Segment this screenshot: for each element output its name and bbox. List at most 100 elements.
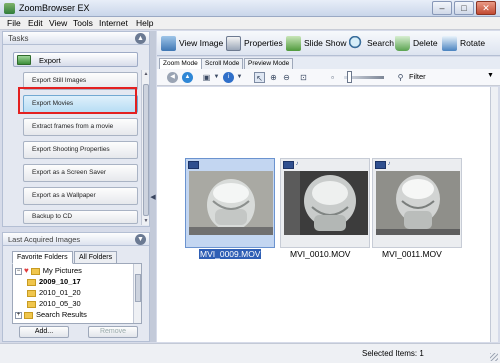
tab-scroll-mode[interactable]: Scroll Mode xyxy=(201,58,244,69)
close-button[interactable]: ✕ xyxy=(476,1,496,15)
filter-icon: ⚲ xyxy=(397,73,404,82)
menu-tools[interactable]: Tools xyxy=(73,18,93,28)
last-acquired-header[interactable]: Last Acquired Images ▼ xyxy=(2,232,150,246)
task-export-screen-saver[interactable]: Export as a Screen Saver xyxy=(23,164,138,182)
delete-button[interactable]: Delete xyxy=(395,34,439,53)
zoom-in-icon[interactable]: ⊕ xyxy=(268,72,279,83)
thumbnail-frame[interactable] xyxy=(185,158,275,248)
up-icon[interactable]: ▲ xyxy=(182,72,193,83)
status-bar: Selected Items: 1 xyxy=(0,343,500,363)
tasks-panel: Export Export Still Images Export Movies… xyxy=(2,45,150,227)
collapse-tree-icon[interactable]: − xyxy=(15,267,22,275)
movie-badge-icon xyxy=(188,161,199,169)
status-text: Selected Items: 1 xyxy=(362,349,424,358)
zoom-out-icon[interactable]: ⊖ xyxy=(281,72,292,83)
search-button[interactable]: Search xyxy=(349,34,394,53)
favorites-panel: Favorite Folders All Folders − ♥ My Pictur… xyxy=(2,246,150,342)
back-icon[interactable]: ◀ xyxy=(167,72,178,83)
task-export-wallpaper[interactable]: Export as a Wallpaper xyxy=(23,187,138,205)
filter-label[interactable]: Filter xyxy=(409,72,426,81)
movie-thumbnail-image xyxy=(376,171,460,235)
tab-zoom-mode[interactable]: Zoom Mode xyxy=(159,58,202,69)
export-icon xyxy=(17,55,31,65)
thumbnail-item[interactable]: MVI_0009.MOV xyxy=(185,158,275,259)
content-scrollbar[interactable] xyxy=(490,87,498,342)
search-folder-icon xyxy=(24,311,33,319)
tasks-header: Tasks ▲ xyxy=(2,31,150,45)
window-title: ZoomBrowser EX xyxy=(19,3,90,13)
folder-icon xyxy=(30,267,40,275)
rotate-button[interactable]: Rotate xyxy=(442,34,492,53)
export-section-header[interactable]: Export xyxy=(13,52,138,67)
task-export-shooting-properties[interactable]: Export Shooting Properties xyxy=(23,141,138,159)
export-section-label: Export xyxy=(39,56,61,65)
tree-item[interactable]: 2009_10_17 xyxy=(27,276,81,287)
resize-grip-icon[interactable] xyxy=(490,353,498,361)
view-image-button[interactable]: View Image xyxy=(161,34,223,53)
task-extract-frames[interactable]: Extract frames from a movie xyxy=(23,118,138,136)
properties-icon xyxy=(226,36,241,51)
menu-file[interactable]: File xyxy=(7,18,21,28)
folder-tree: − ♥ My Pictures 2009_10_17 2010_01_20 2010… xyxy=(12,263,142,324)
properties-button[interactable]: Properties xyxy=(226,34,286,53)
view-tools-bar: ◀ ▲ ▣ ▼ i ▼ ↖ ⊕ ⊖ ⊡ ▫ ⚲ Filter ▼ xyxy=(157,69,500,86)
filter-dropdown-icon[interactable]: ▼ xyxy=(487,72,494,79)
scroll-thumb[interactable] xyxy=(143,84,149,216)
menu-internet[interactable]: Internet xyxy=(99,18,128,28)
thumbnail-item[interactable]: ♪ MVI_0011.MOV xyxy=(372,158,462,259)
tree-scrollbar[interactable] xyxy=(133,264,141,323)
chevron-down-icon[interactable]: ▼ xyxy=(211,72,222,83)
folder-icon xyxy=(27,289,36,297)
collapse-left-icon[interactable]: ◀ xyxy=(150,193,156,201)
tree-item-label: 2009_10_17 xyxy=(39,277,81,286)
audio-badge-icon: ♪ xyxy=(387,161,391,167)
view-image-icon xyxy=(161,36,176,51)
expand-tree-icon[interactable]: + xyxy=(15,311,22,319)
add-folder-button[interactable]: Add... xyxy=(19,326,69,338)
menu-view[interactable]: View xyxy=(49,18,67,28)
pointer-tool-icon[interactable]: ↖ xyxy=(254,72,265,83)
last-acquired-title: Last Acquired Images xyxy=(8,235,81,244)
scroll-down-icon[interactable]: ▼ xyxy=(142,217,150,225)
thumbnail-filename: MVI_0011.MOV xyxy=(382,249,442,259)
zoom-slider-thumb[interactable] xyxy=(347,71,352,83)
folder-icon xyxy=(27,278,36,286)
task-backup-cd[interactable]: Backup to CD xyxy=(23,210,138,224)
tree-scroll-thumb[interactable] xyxy=(135,274,141,302)
tree-item[interactable]: 2010_05_30 xyxy=(27,298,81,309)
thumbnail-area: MVI_0009.MOV ♪ MVI_0010.MOV ♪ MVI_0011.M… xyxy=(157,87,490,342)
menu-bar: File Edit View Tools Internet Help xyxy=(0,17,500,30)
tree-item[interactable]: 2010_01_20 xyxy=(27,287,81,298)
info-icon[interactable]: i xyxy=(223,72,234,83)
maximize-button[interactable]: □ xyxy=(454,1,474,15)
minimize-button[interactable]: – xyxy=(432,1,452,15)
thumbnail-frame[interactable]: ♪ xyxy=(280,158,370,248)
menu-edit[interactable]: Edit xyxy=(28,18,43,28)
remove-folder-button[interactable]: Remove xyxy=(88,326,138,338)
scroll-up-icon[interactable]: ▲ xyxy=(142,70,150,78)
slide-show-button[interactable]: Slide Show xyxy=(286,34,348,53)
chevron-down-icon[interactable]: ▼ xyxy=(234,72,245,83)
tasks-scrollbar[interactable]: ▲ ▼ xyxy=(141,70,149,225)
thumbnail-filename: MVI_0010.MOV xyxy=(290,249,351,259)
fit-view-icon[interactable]: ⊡ xyxy=(298,72,309,83)
movie-thumbnail-image xyxy=(189,171,273,235)
search-icon xyxy=(349,36,364,51)
panel-splitter[interactable]: ◀ xyxy=(150,31,156,342)
favorite-heart-icon: ♥ xyxy=(24,266,29,275)
tab-favorite-folders[interactable]: Favorite Folders xyxy=(12,251,73,264)
tab-preview-mode[interactable]: Preview Mode xyxy=(244,58,294,69)
main-toolbar: View Image Properties Slide Show Search … xyxy=(157,31,500,56)
thumbnail-filename: MVI_0009.MOV xyxy=(199,249,262,259)
highlight-annotation xyxy=(18,87,137,114)
movie-thumbnail-image xyxy=(284,171,368,235)
thumbnail-frame[interactable]: ♪ xyxy=(372,158,462,248)
thumbnail-item[interactable]: ♪ MVI_0010.MOV xyxy=(280,158,370,259)
tasks-title: Tasks xyxy=(8,34,29,43)
folder-icon xyxy=(27,300,36,308)
menu-help[interactable]: Help xyxy=(136,18,153,28)
collapse-up-icon[interactable]: ▲ xyxy=(135,33,146,44)
expand-down-icon[interactable]: ▼ xyxy=(135,234,146,245)
tree-item[interactable]: − ♥ My Pictures xyxy=(15,265,82,276)
tree-item[interactable]: + Search Results xyxy=(15,309,87,320)
